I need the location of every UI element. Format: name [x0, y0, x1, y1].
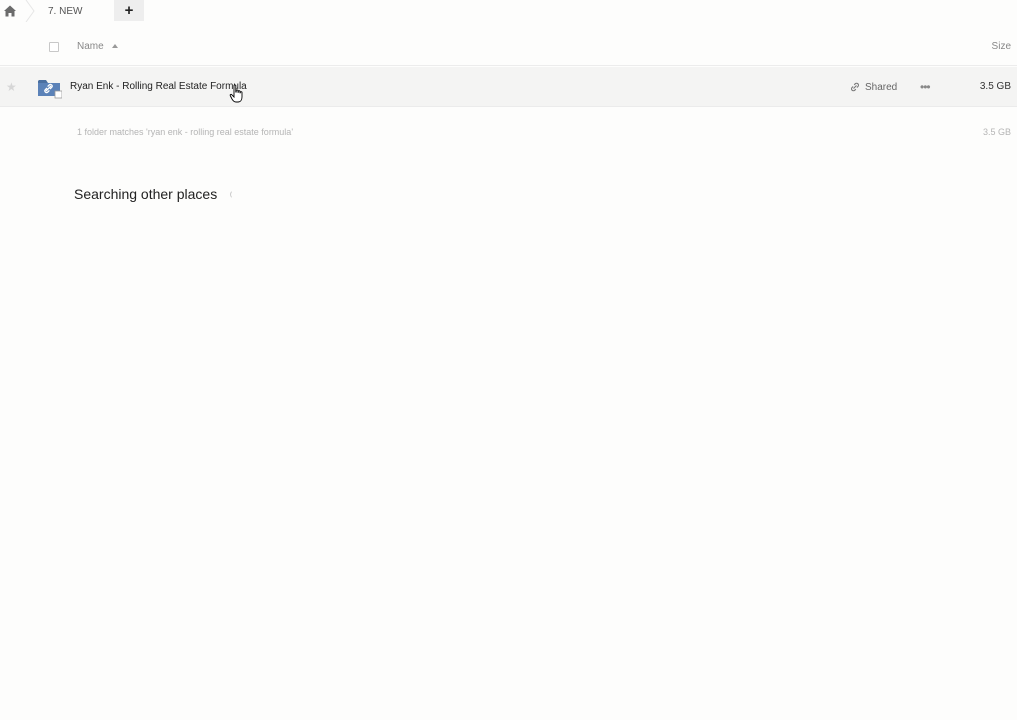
link-icon	[851, 82, 859, 92]
shared-indicator[interactable]: Shared	[849, 81, 897, 93]
searching-other-places-heading: Searching other places	[74, 186, 218, 202]
hand-cursor-icon	[229, 84, 245, 104]
breadcrumb-current-folder[interactable]: 7. NEW	[48, 6, 82, 17]
select-all-checkbox[interactable]	[49, 42, 59, 52]
file-size: 3.5 GB	[979, 81, 1011, 92]
shared-folder-link-icon	[37, 77, 63, 99]
loading-spinner-icon	[230, 190, 239, 199]
add-button[interactable]: +	[114, 0, 144, 21]
breadcrumb: 7. NEW	[0, 0, 82, 23]
search-results-summary: 1 folder matches 'ryan enk - rolling rea…	[77, 127, 294, 137]
sort-ascending-icon[interactable]	[112, 44, 118, 48]
plus-icon: +	[124, 2, 134, 19]
column-header-name[interactable]: Name	[77, 41, 104, 52]
breadcrumb-separator-icon	[24, 0, 36, 23]
home-icon[interactable]	[0, 1, 20, 21]
file-list-header: Name Size	[0, 35, 1017, 66]
ellipsis-icon[interactable]: •••	[920, 80, 931, 94]
star-icon[interactable]: ★	[6, 80, 17, 94]
search-results-total-size: 3.5 GB	[982, 127, 1011, 137]
column-header-size[interactable]: Size	[992, 41, 1011, 52]
table-row[interactable]: ★ Ryan Enk - Rolling Real Estate Formula…	[0, 67, 1017, 107]
file-name[interactable]: Ryan Enk - Rolling Real Estate Formula	[70, 81, 247, 92]
shared-label: Shared	[865, 81, 898, 93]
